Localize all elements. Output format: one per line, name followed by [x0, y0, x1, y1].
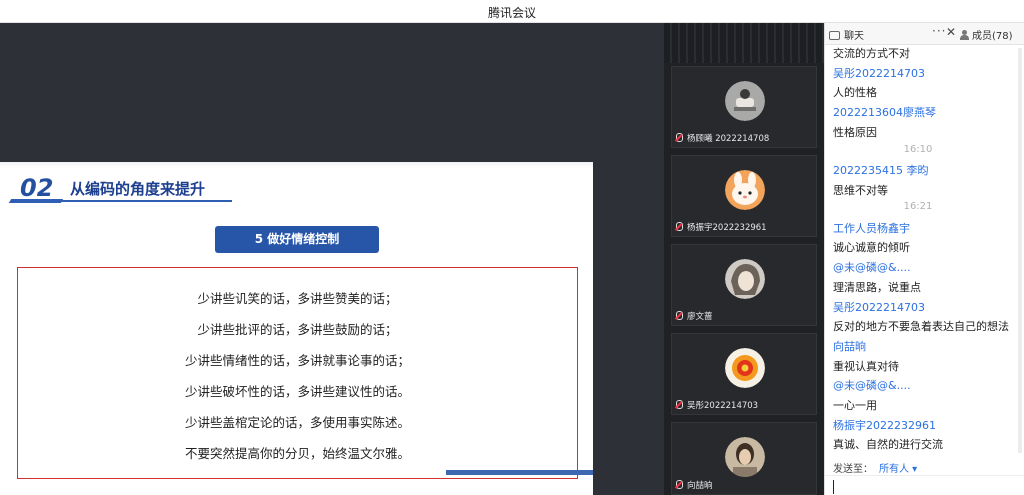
- content-box: 少讲些讥笑的话，多讲些赞美的话； 少讲些批评的话，多讲些鼓励的话； 少讲些情绪性…: [17, 267, 578, 479]
- tab-members[interactable]: 成员(78): [959, 27, 1013, 42]
- section-title: 从编码的角度来提升: [70, 180, 206, 198]
- chat-sender[interactable]: 2022213604廖燕琴: [833, 104, 936, 120]
- chat-sender[interactable]: 工作人员杨鑫宇: [833, 220, 910, 236]
- mic-muted-icon: [676, 400, 683, 409]
- participant-name: 吴彤2022214703: [676, 399, 758, 411]
- slide-line: 少讲些讥笑的话，多讲些赞美的话；: [197, 291, 398, 306]
- chat-message-text: 交流的方式不对: [833, 47, 910, 60]
- chat-message-text: 思维不对等: [833, 183, 888, 197]
- participant-name: 杨振宇2022232961: [676, 221, 767, 233]
- avatar: [725, 81, 765, 121]
- avatar: [725, 259, 765, 299]
- chat-message-text: 诚心诚意的倾听: [833, 241, 910, 255]
- slide-line: 少讲些盖棺定论的话，多使用事实陈述。: [184, 415, 410, 430]
- chat-sender[interactable]: @未@磷@&....: [833, 377, 911, 393]
- chat-message-text: 理清思路，说重点: [833, 280, 921, 294]
- title-bar: 腾讯会议: [0, 0, 1024, 23]
- participant-name: 廖文蔷: [676, 310, 713, 322]
- participant-name: 向喆晌: [676, 479, 713, 491]
- slide-line: 少讲些情绪性的话，多讲就事论事的话；: [184, 353, 410, 368]
- chat-sender[interactable]: 2022235415 李昀: [833, 162, 928, 178]
- avatar: [725, 437, 765, 477]
- send-to-label: 发送至：: [833, 464, 873, 475]
- participant-tile[interactable]: 吴彤2022214703: [671, 333, 817, 415]
- chat-message-text: 人的性格: [833, 86, 877, 100]
- chat-message-text: 性格原因: [833, 125, 877, 139]
- slide-line: 不要突然提高你的分贝，始终温文尔雅。: [184, 446, 410, 461]
- strip-header: [664, 23, 824, 63]
- participant-tile[interactable]: 向喆晌: [671, 422, 817, 495]
- chat-timestamp: 16:10: [903, 143, 933, 155]
- avatar: [725, 348, 765, 388]
- mic-muted-icon: [676, 222, 683, 231]
- chat-panel-tabs: 聊天 ··· ✕ 成员(78): [825, 23, 1024, 45]
- slide-accent-bar: [446, 470, 593, 475]
- more-options-button[interactable]: ···: [932, 24, 946, 38]
- chat-message-text: 反对的地方不要急着表达自己的想法: [833, 320, 1009, 334]
- section-number: 02: [20, 174, 54, 202]
- chat-sender[interactable]: 杨振宇2022232961: [833, 417, 936, 433]
- participant-video-strip[interactable]: 杨顾曦 2022214708 杨振宇2022232961 廖文蔷 吴彤20222…: [664, 23, 824, 495]
- chat-bubble-icon: [829, 31, 840, 40]
- participant-tile[interactable]: 廖文蔷: [671, 244, 817, 326]
- chat-message-text: 一心一用: [833, 399, 877, 412]
- person-icon: [959, 30, 969, 40]
- tab-chat[interactable]: 聊天: [829, 27, 864, 42]
- chat-sender[interactable]: 向喆晌: [833, 338, 866, 354]
- chat-sender[interactable]: @未@磷@&....: [833, 259, 911, 275]
- topic-badge: 5 做好情绪控制: [215, 226, 379, 253]
- close-icon[interactable]: ✕: [946, 25, 956, 39]
- window-title: 腾讯会议: [487, 6, 536, 20]
- slide-line: 少讲些破坏性的话，多讲些建议性的话。: [184, 384, 410, 399]
- chat-panel: 聊天 ··· ✕ 成员(78) 交流的方式不对吴彤2022214703 人的性格 2…: [824, 23, 1024, 495]
- avatar: [725, 170, 765, 210]
- mic-muted-icon: [676, 311, 683, 320]
- participant-tile[interactable]: 杨顾曦 2022214708: [671, 66, 817, 148]
- section-title-underline: [60, 200, 232, 202]
- chat-input[interactable]: [825, 475, 1024, 495]
- chat-message-text: 真诚、自然的进行交流: [833, 438, 943, 452]
- chat-sender[interactable]: 吴彤2022214703: [833, 65, 925, 81]
- send-to-row: 发送至： 所有人 ▾: [833, 460, 917, 475]
- presentation-slide: 02 从编码的角度来提升 5 做好情绪控制 少讲些讥笑的话，多讲些赞美的话； 少…: [0, 162, 593, 495]
- slide-line: 少讲些批评的话，多讲些鼓励的话；: [197, 322, 398, 337]
- participant-tile[interactable]: 杨振宇2022232961: [671, 155, 817, 237]
- chat-message-text: 重视认真对待: [833, 359, 899, 373]
- chat-scrollbar[interactable]: [1018, 48, 1022, 453]
- chat-sender[interactable]: 吴彤2022214703: [833, 299, 925, 315]
- text-caret: [833, 480, 834, 494]
- mic-muted-icon: [676, 133, 683, 142]
- mic-muted-icon: [676, 480, 683, 489]
- shared-screen: 02 从编码的角度来提升 5 做好情绪控制 少讲些讥笑的话，多讲些赞美的话； 少…: [0, 23, 664, 495]
- recipient-dropdown[interactable]: 所有人 ▾: [879, 464, 917, 475]
- chat-timestamp: 16:21: [903, 201, 933, 213]
- participant-name: 杨顾曦 2022214708: [676, 132, 769, 144]
- slide-top-edge: [0, 162, 593, 168]
